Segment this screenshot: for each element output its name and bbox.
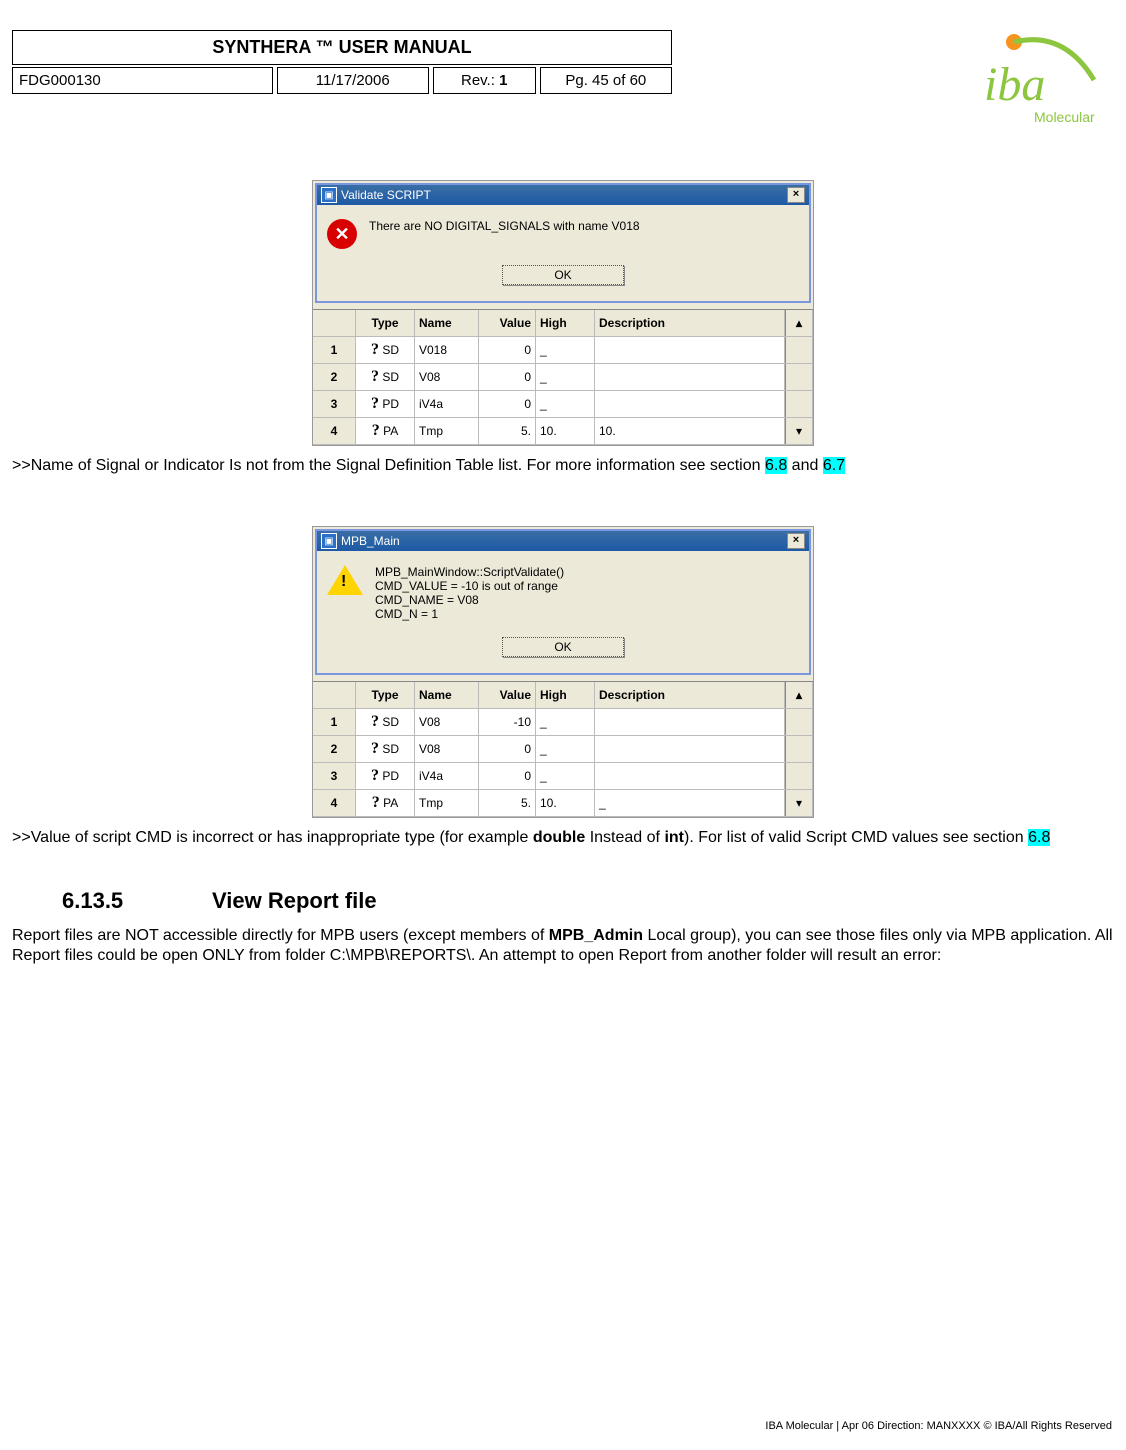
col-desc[interactable]: Description — [595, 682, 785, 708]
scroll-down-icon[interactable]: ▾ — [785, 790, 813, 816]
col-desc[interactable]: Description — [595, 310, 785, 336]
ok-button[interactable]: OK — [502, 637, 624, 657]
page-header: SYNTHERA ™ USER MANUAL FDG000130 11/17/2… — [12, 30, 1114, 130]
question-icon: ? — [371, 767, 379, 785]
page-footer: IBA Molecular | Apr 06 Direction: MANXXX… — [765, 1420, 1112, 1432]
doc-id: FDG000130 — [12, 67, 273, 94]
section-heading: 6.13.5View Report file — [62, 888, 1114, 914]
col-type[interactable]: Type — [356, 682, 415, 708]
question-icon: ? — [371, 395, 379, 413]
caption-1: >>Name of Signal or Indicator Is not fro… — [12, 456, 1114, 476]
screenshot-mpb-main: ▣ MPB_Main × MPB_MainWindow::ScriptValid… — [312, 526, 814, 818]
warning-icon — [327, 565, 363, 595]
iba-logo: iba Molecular — [894, 30, 1114, 130]
scroll-up-icon[interactable]: ▴ — [785, 310, 813, 336]
close-icon[interactable]: × — [787, 533, 805, 549]
signal-grid-2: Type Name Value High Description ▴ 1? SD… — [313, 681, 813, 817]
section-number: 6.13.5 — [62, 888, 212, 914]
dialog-mpb-main: ▣ MPB_Main × MPB_MainWindow::ScriptValid… — [315, 529, 811, 675]
dialog-message: There are NO DIGITAL_SIGNALS with name V… — [369, 219, 640, 233]
screenshot-validate-script: ▣ Validate SCRIPT × ✕ There are NO DIGIT… — [312, 180, 814, 446]
doc-rev: Rev.: 1 — [433, 67, 536, 94]
dialog-title: Validate SCRIPT — [341, 188, 431, 202]
question-icon: ? — [371, 713, 379, 731]
close-icon[interactable]: × — [787, 187, 805, 203]
dialog-title: MPB_Main — [341, 534, 400, 548]
section-link[interactable]: 6.8 — [1028, 829, 1050, 846]
col-name[interactable]: Name — [415, 310, 479, 336]
app-icon: ▣ — [321, 187, 337, 203]
question-icon: ? — [372, 422, 380, 440]
section-link[interactable]: 6.8 — [765, 457, 787, 474]
doc-title: SYNTHERA ™ USER MANUAL — [12, 30, 672, 65]
svg-text:iba: iba — [984, 58, 1045, 111]
question-icon: ? — [371, 740, 379, 758]
ok-button[interactable]: OK — [502, 265, 624, 285]
section-link[interactable]: 6.7 — [823, 457, 845, 474]
scroll-up-icon[interactable]: ▴ — [785, 682, 813, 708]
question-icon: ? — [371, 341, 379, 359]
doc-date: 11/17/2006 — [277, 67, 429, 94]
col-value[interactable]: Value — [479, 682, 536, 708]
col-type[interactable]: Type — [356, 310, 415, 336]
dialog-validate-script: ▣ Validate SCRIPT × ✕ There are NO DIGIT… — [315, 183, 811, 303]
doc-page: Pg. 45 of 60 — [540, 67, 672, 94]
section-body: Report files are NOT accessible directly… — [12, 926, 1114, 966]
col-high[interactable]: High — [536, 682, 595, 708]
error-icon: ✕ — [327, 219, 357, 249]
col-value[interactable]: Value — [479, 310, 536, 336]
question-icon: ? — [371, 368, 379, 386]
col-name[interactable]: Name — [415, 682, 479, 708]
col-high[interactable]: High — [536, 310, 595, 336]
scroll-down-icon[interactable]: ▾ — [785, 418, 813, 444]
app-icon: ▣ — [321, 533, 337, 549]
dialog-message: MPB_MainWindow::ScriptValidate() CMD_VAL… — [375, 565, 564, 621]
signal-grid-1: Type Name Value High Description ▴ 1? SD… — [313, 309, 813, 445]
question-icon: ? — [372, 794, 380, 812]
caption-2: >>Value of script CMD is incorrect or ha… — [12, 828, 1114, 848]
svg-text:Molecular: Molecular — [1034, 109, 1095, 125]
section-title: View Report file — [212, 888, 377, 913]
